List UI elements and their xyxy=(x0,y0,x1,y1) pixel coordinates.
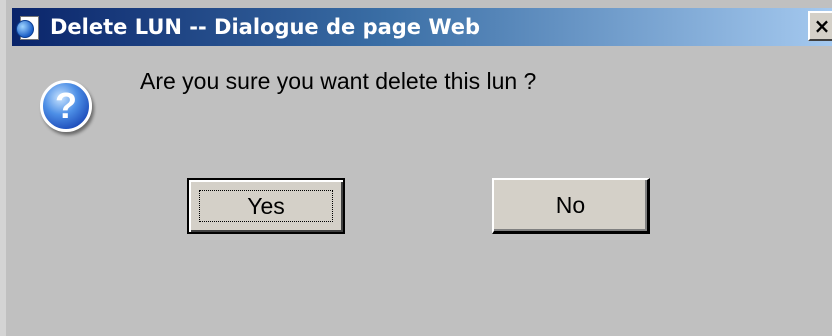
close-button[interactable]: × xyxy=(808,11,832,41)
title-bar[interactable]: Delete LUN -- Dialogue de page Web × xyxy=(12,8,832,46)
question-glyph: ? xyxy=(55,85,77,126)
dialog-message: Are you sure you want delete this lun ? xyxy=(140,68,537,94)
close-icon: × xyxy=(813,14,831,38)
yes-button[interactable]: Yes xyxy=(187,178,345,234)
no-button-label: No xyxy=(555,192,586,218)
no-button[interactable]: No xyxy=(492,178,650,234)
question-icon: ? xyxy=(40,80,92,132)
window-title: Delete LUN -- Dialogue de page Web xyxy=(50,15,481,39)
yes-button-label: Yes xyxy=(247,192,285,219)
ie-page-icon xyxy=(16,14,42,40)
dialog-window: Delete LUN -- Dialogue de page Web × ? A… xyxy=(0,0,832,336)
